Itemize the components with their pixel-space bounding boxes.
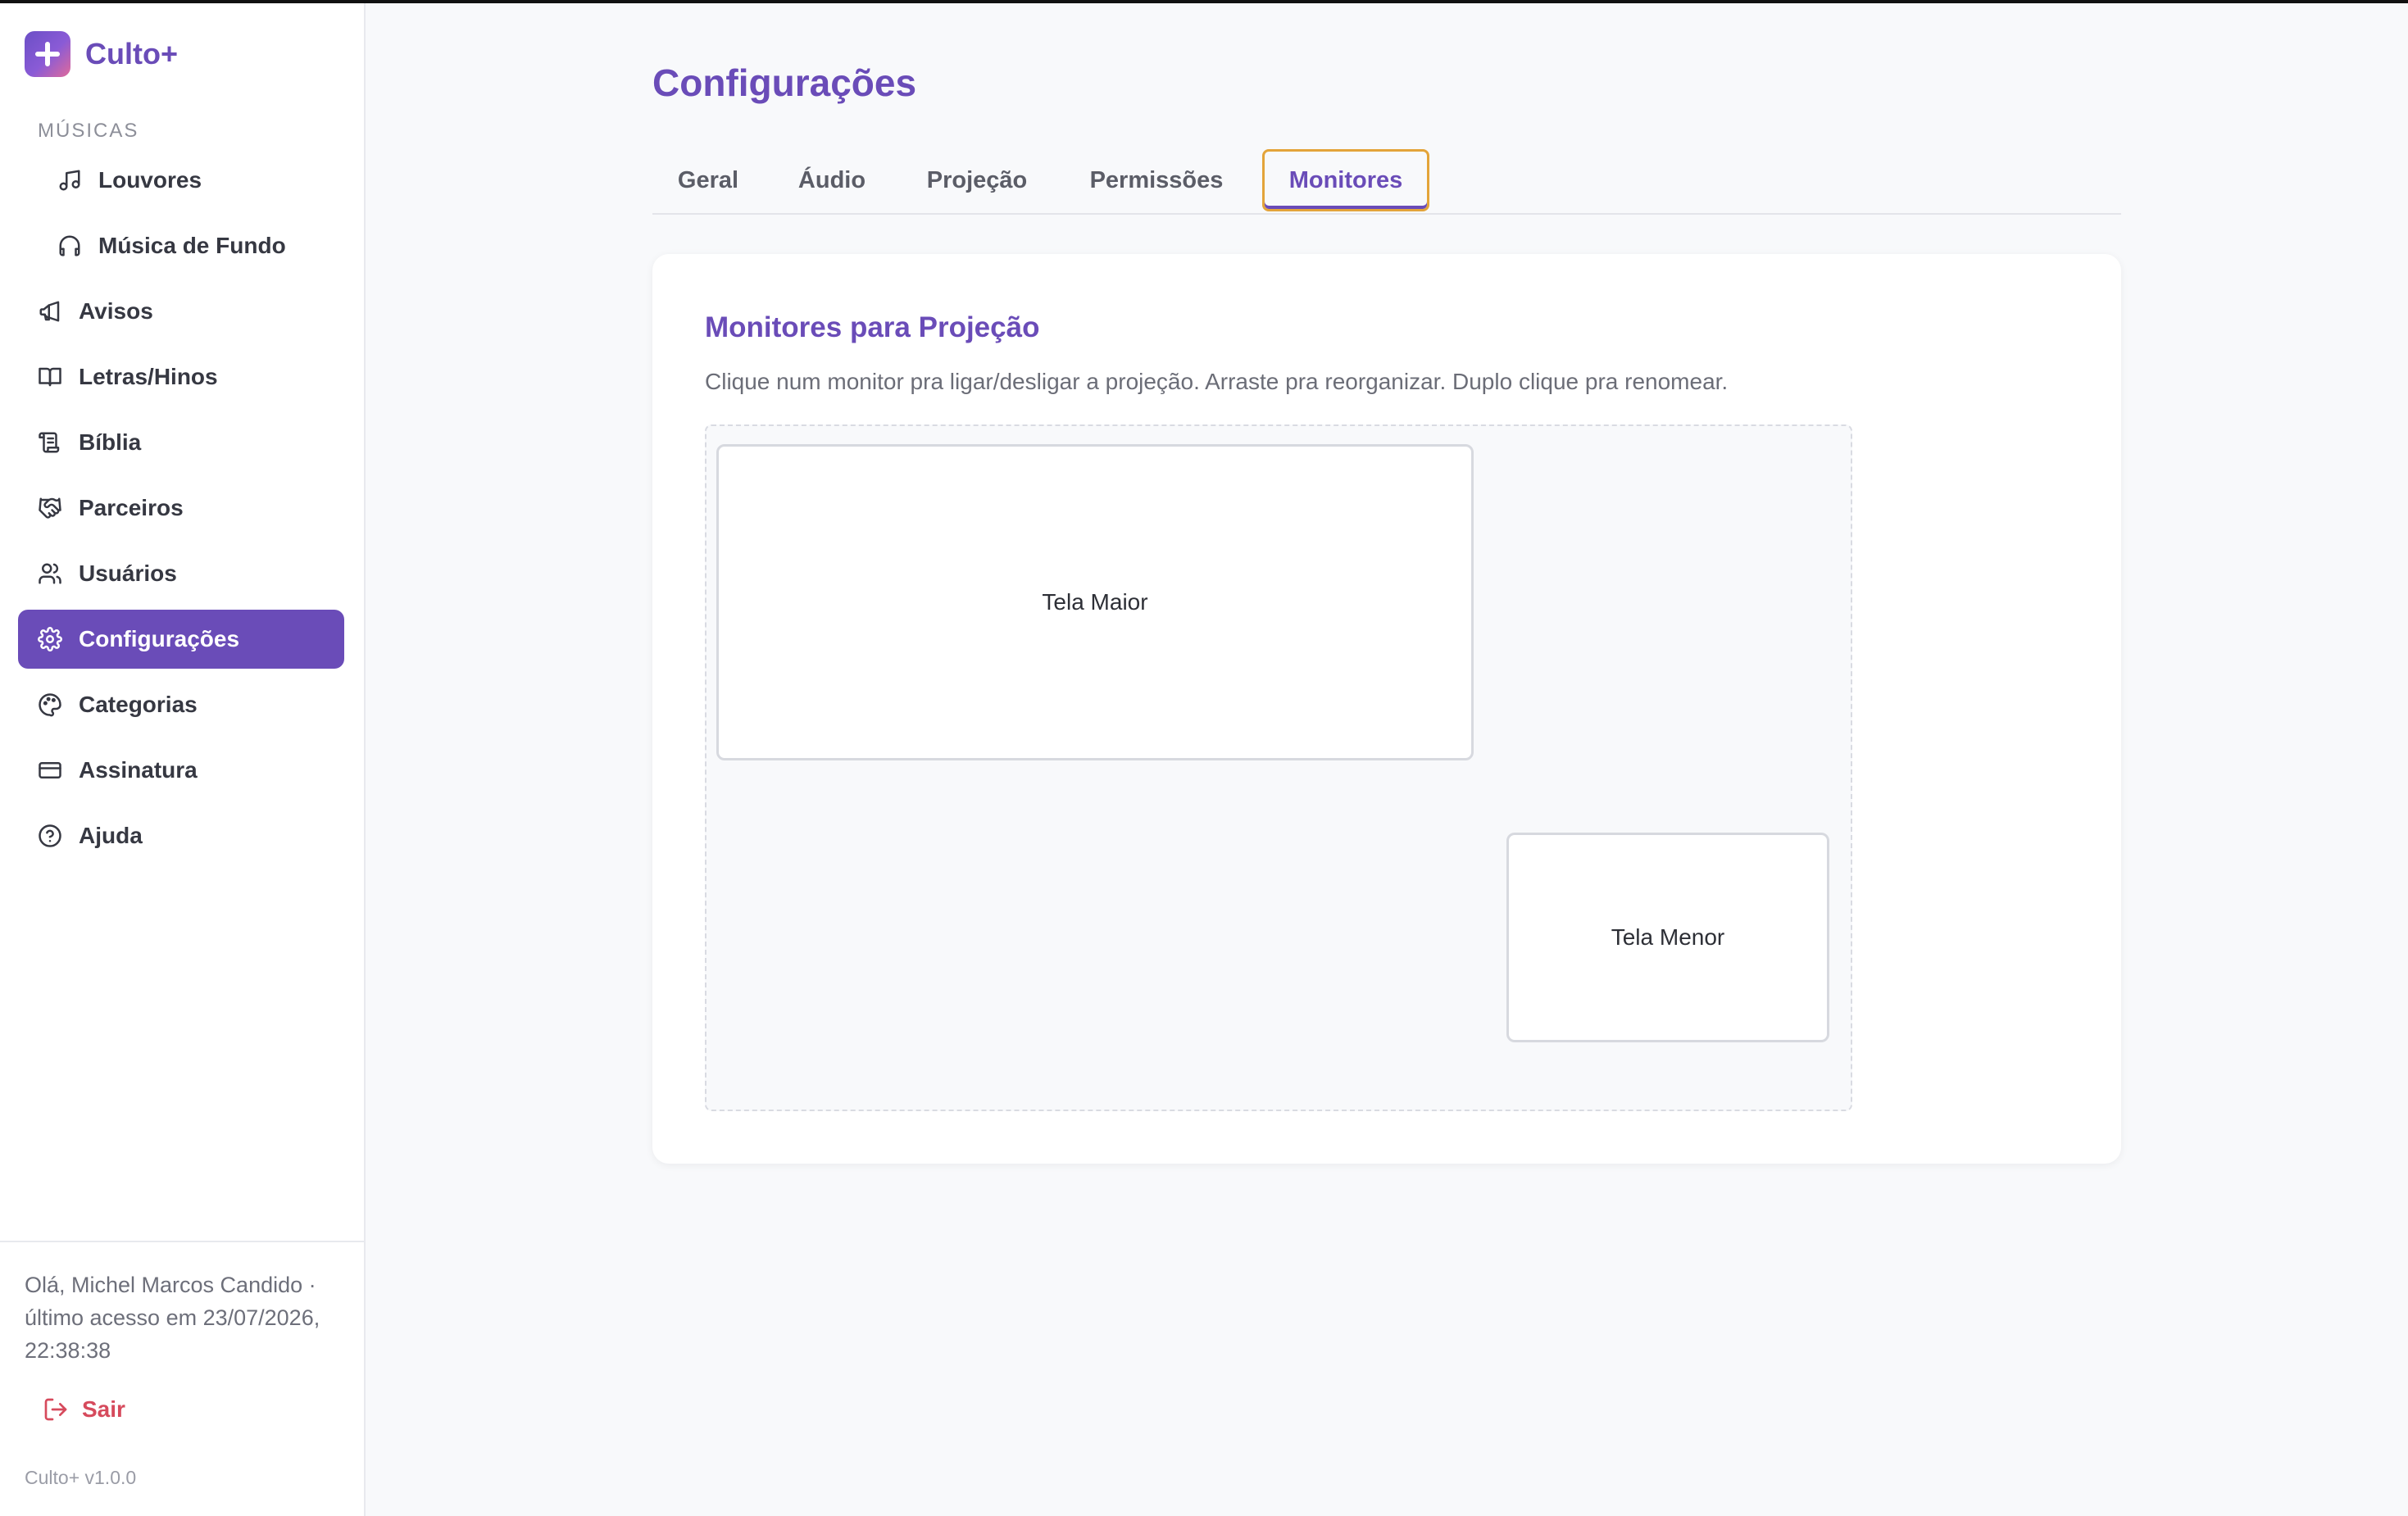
help-circle-icon (39, 824, 61, 847)
card-title: Monitores para Projeção (705, 311, 1040, 343)
music-note-icon (59, 170, 80, 191)
sidebar-item-label: Ajuda (79, 823, 143, 848)
sidebar-item-label: Louvores (98, 167, 202, 193)
card-description: Clique num monitor pra ligar/desligar a … (705, 369, 1729, 394)
sidebar-item-label: Parceiros (79, 495, 184, 520)
page-title: Configurações (652, 61, 917, 104)
brand-name: Culto+ (85, 37, 178, 70)
sidebar-item-label: Música de Fundo (98, 233, 286, 258)
monitor-tela-menor[interactable]: Tela Menor (1506, 833, 1829, 1042)
monitor-arrangement-area[interactable]: Tela Maior Tela Menor (705, 424, 1852, 1111)
megaphone-icon (39, 301, 60, 322)
sidebar-item-musica-de-fundo[interactable]: Música de Fundo (18, 216, 344, 275)
sidebar-item-label: Letras/Hinos (79, 364, 218, 389)
section-label-musicas: MÚSICAS (38, 120, 139, 142)
sidebar-item-configuracoes[interactable]: Configurações (18, 610, 344, 669)
headphones-icon (59, 235, 80, 256)
credit-card-icon (39, 762, 61, 778)
scroll-icon (39, 432, 60, 453)
brand[interactable]: Culto+ (25, 31, 178, 77)
users-icon (39, 563, 61, 584)
sidebar-item-label: Configurações (79, 626, 240, 651)
user-greeting: Olá, Michel Marcos Candido · último aces… (25, 1273, 320, 1363)
handshake-icon (39, 497, 61, 519)
sidebar-item-avisos[interactable]: Avisos (18, 282, 344, 341)
sidebar-item-categorias[interactable]: Categorias (18, 675, 344, 734)
book-icon (39, 367, 61, 387)
sidebar-item-biblia[interactable]: Bíblia (18, 413, 344, 472)
logout-icon (44, 1398, 67, 1421)
logout-label: Sair (82, 1396, 125, 1422)
tab-geral[interactable]: Geral (652, 149, 764, 211)
sidebar-item-letras-hinos[interactable]: Letras/Hinos (18, 347, 344, 406)
settings-tabs: Geral Áudio Projeção Permissões Monitore… (652, 148, 2121, 215)
sidebar-item-label: Bíblia (79, 429, 142, 455)
tab-monitores[interactable]: Monitores (1262, 149, 1429, 211)
tab-projecao[interactable]: Projeção (900, 149, 1054, 211)
sidebar-item-label: Assinatura (79, 757, 198, 783)
monitor-tela-maior[interactable]: Tela Maior (716, 444, 1474, 760)
tab-audio[interactable]: Áudio (775, 149, 888, 211)
monitors-card: Monitores para Projeção Clique num monit… (652, 254, 2121, 1164)
sidebar-item-label: Usuários (79, 561, 177, 586)
gear-icon (38, 627, 62, 651)
palette-icon (39, 693, 61, 717)
plus-icon (25, 31, 70, 77)
sidebar-item-ajuda[interactable]: Ajuda (18, 806, 344, 865)
app-version: Culto+ v1.0.0 (25, 1467, 137, 1488)
logout-button[interactable]: Sair (43, 1396, 125, 1423)
sidebar-item-parceiros[interactable]: Parceiros (18, 479, 344, 538)
sidebar-item-louvores[interactable]: Louvores (18, 151, 344, 210)
sidebar-footer-divider (0, 1241, 364, 1242)
tab-permissoes[interactable]: Permissões (1065, 149, 1247, 211)
sidebar-item-label: Avisos (79, 298, 153, 324)
sidebar: Culto+ MÚSICAS Louvores Música de Fundo … (0, 3, 366, 1516)
sidebar-item-usuarios[interactable]: Usuários (18, 544, 344, 603)
sidebar-item-assinatura[interactable]: Assinatura (18, 741, 344, 800)
sidebar-item-label: Categorias (79, 692, 198, 717)
